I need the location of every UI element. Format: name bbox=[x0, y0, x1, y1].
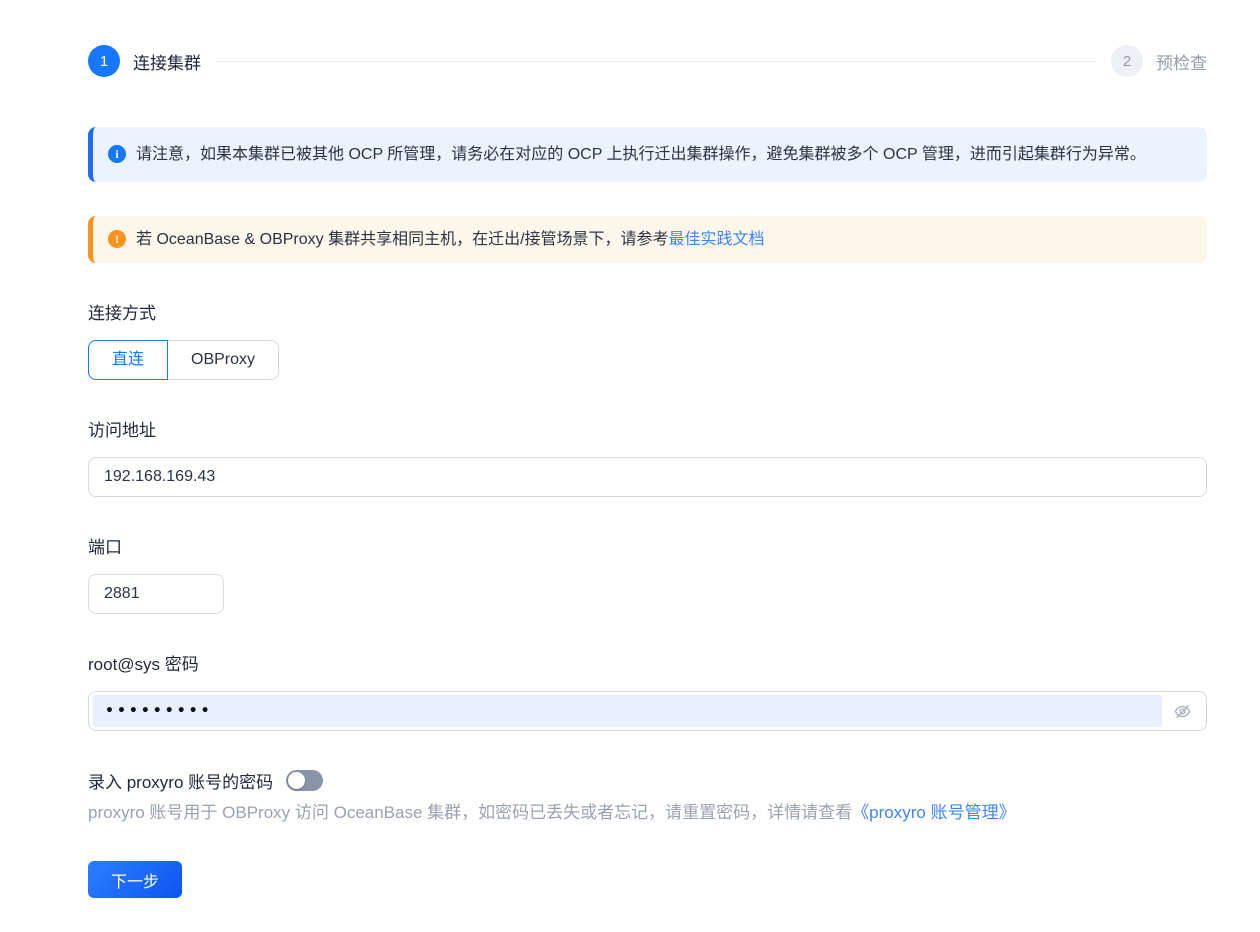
root-sys-password-field bbox=[88, 691, 1207, 731]
best-practice-doc-link[interactable]: 最佳实践文档 bbox=[669, 231, 765, 248]
connect-cluster-page: 1 连接集群 2 预检查 i 请注意，如果本集群已被其他 OCP 所管理，请务必… bbox=[0, 0, 1260, 898]
root-sys-password-input[interactable] bbox=[93, 695, 1162, 727]
proxyro-account-management-link[interactable]: 《proxyro 账号管理》 bbox=[852, 803, 1015, 822]
info-circle-icon: i bbox=[108, 145, 126, 163]
shared-host-warning-alert: ! 若 OceanBase & OBProxy 集群共享相同主机，在迁出/接管场… bbox=[88, 216, 1207, 263]
warning-circle-icon: ! bbox=[108, 230, 126, 248]
radio-direct-connect[interactable]: 直连 bbox=[88, 340, 169, 380]
root-sys-password-label: root@sys 密码 bbox=[88, 655, 199, 674]
step-1-label: 连接集群 bbox=[133, 53, 201, 73]
step-divider-line bbox=[217, 60, 1095, 62]
proxyro-help-body: proxyro 账号用于 OBProxy 访问 OceanBase 集群，如密码… bbox=[88, 803, 853, 822]
proxyro-password-switch[interactable] bbox=[286, 770, 324, 791]
step-2-label: 预检查 bbox=[1156, 53, 1207, 73]
proxyro-password-label: 录入 proxyro 账号的密码 bbox=[88, 773, 274, 792]
steps-bar: 1 连接集群 2 预检查 bbox=[88, 45, 1207, 77]
step-1-circle: 1 bbox=[88, 45, 120, 77]
step-connect-cluster[interactable]: 1 连接集群 bbox=[88, 45, 201, 77]
connection-method-radio-group: 直连 OBProxy bbox=[88, 340, 280, 380]
warning-alert-text: 若 OceanBase & OBProxy 集群共享相同主机，在迁出/接管场景下… bbox=[136, 226, 1191, 253]
port-label: 端口 bbox=[88, 538, 122, 557]
step-precheck[interactable]: 2 预检查 bbox=[1111, 45, 1207, 77]
switch-knob bbox=[288, 772, 306, 789]
next-step-button[interactable]: 下一步 bbox=[88, 861, 182, 898]
warning-text: 若 OceanBase & OBProxy 集群共享相同主机，在迁出/接管场景下… bbox=[136, 231, 669, 248]
connection-method-label: 连接方式 bbox=[88, 304, 156, 323]
address-input[interactable] bbox=[88, 457, 1207, 497]
info-alert-text: 请注意，如果本集群已被其他 OCP 所管理，请务必在对应的 OCP 上执行迁出集… bbox=[136, 146, 1146, 163]
radio-obproxy[interactable]: OBProxy bbox=[167, 340, 280, 380]
eye-invisible-icon[interactable] bbox=[1162, 702, 1202, 721]
ocp-managed-info-alert: i 请注意，如果本集群已被其他 OCP 所管理，请务必在对应的 OCP 上执行迁… bbox=[88, 127, 1207, 182]
proxyro-help-text: proxyro 账号用于 OBProxy 访问 OceanBase 集群，如密码… bbox=[88, 801, 1207, 825]
proxyro-toggle-row: 录入 proxyro 账号的密码 bbox=[88, 768, 1207, 793]
step-2-circle: 2 bbox=[1111, 45, 1143, 77]
address-label: 访问地址 bbox=[88, 421, 156, 440]
port-input[interactable] bbox=[88, 574, 224, 614]
